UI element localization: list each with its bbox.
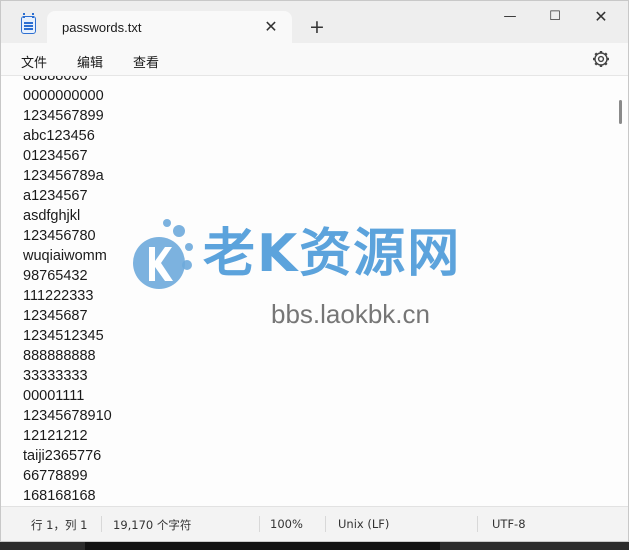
status-divider — [325, 516, 326, 532]
text-line: 01234567 — [23, 148, 88, 164]
text-line: 98765432 — [23, 268, 88, 284]
text-line: 33333333 — [23, 368, 88, 384]
text-line: 12121212 — [23, 428, 88, 444]
text-line: abc123456 — [23, 128, 95, 144]
status-encoding[interactable]: UTF-8 — [492, 517, 526, 531]
close-button[interactable]: ✕ — [578, 5, 624, 29]
menu-bar: 文件 编辑 查看 — [1, 43, 628, 76]
tab-close-icon[interactable]: ✕ — [260, 16, 282, 38]
text-line: taiji2365776 — [23, 448, 102, 464]
background-taskbar-strip — [85, 542, 440, 550]
text-line: 12345678910 — [23, 408, 112, 424]
text-line: a1234567 — [23, 188, 88, 204]
text-line: 111222333 — [23, 288, 94, 304]
tab-title: passwords.txt — [62, 20, 142, 35]
vertical-scrollbar[interactable] — [614, 76, 628, 507]
tab-passwords[interactable]: passwords.txt ✕ — [47, 11, 292, 43]
status-cursor-position[interactable]: 行 1，列 1 — [31, 517, 87, 533]
text-line: 888888888 — [23, 348, 96, 364]
menu-file[interactable]: 文件 — [21, 52, 47, 71]
watermark-logo — [133, 219, 193, 289]
text-line: wuqiaiwomm — [23, 248, 107, 264]
watermark-url: bbs.laokbk.cn — [271, 299, 430, 329]
new-tab-button[interactable]: + — [306, 16, 328, 38]
text-line: asdfghjkl — [23, 208, 81, 224]
scrollbar-thumb[interactable] — [619, 100, 622, 124]
text-line: 66778899 — [23, 468, 88, 484]
text-line: 123456780 — [23, 228, 96, 244]
text-line: 88888000 — [23, 76, 88, 84]
status-bar: 行 1，列 1 19,170 个字符 100% Unix (LF) UTF-8 — [1, 506, 628, 541]
status-char-count: 19,170 个字符 — [113, 518, 192, 532]
text-line: 1234567899 — [23, 108, 104, 124]
minimize-button[interactable]: — — [487, 5, 533, 29]
text-line: 00001111 — [23, 388, 85, 404]
maximize-button[interactable]: ☐ — [532, 5, 578, 29]
status-divider — [259, 516, 260, 532]
status-divider — [101, 516, 102, 532]
menu-edit[interactable]: 编辑 — [77, 52, 103, 71]
title-bar[interactable]: passwords.txt ✕ + — ☐ ✕ — [1, 1, 628, 43]
text-line: 0000000000 — [23, 88, 104, 104]
menu-view[interactable]: 查看 — [133, 52, 159, 71]
notepad-window: passwords.txt ✕ + — ☐ ✕ 文件 编辑 查看 8888800… — [0, 0, 629, 542]
gear-icon[interactable] — [591, 49, 611, 69]
status-line-ending[interactable]: Unix (LF) — [338, 517, 389, 531]
status-zoom[interactable]: 100% — [270, 517, 303, 531]
text-line: 1234512345 — [23, 328, 104, 344]
status-divider — [477, 516, 478, 532]
text-line: 123456789a — [23, 168, 104, 184]
watermark-brand: 老K资源网 — [203, 224, 462, 284]
text-line: 168168168 — [23, 488, 96, 504]
text-line: 12345687 — [23, 308, 88, 324]
text-editor[interactable]: 88888000 0000000000 1234567899 abc123456 012… — [1, 76, 614, 507]
notepad-icon — [21, 13, 36, 34]
